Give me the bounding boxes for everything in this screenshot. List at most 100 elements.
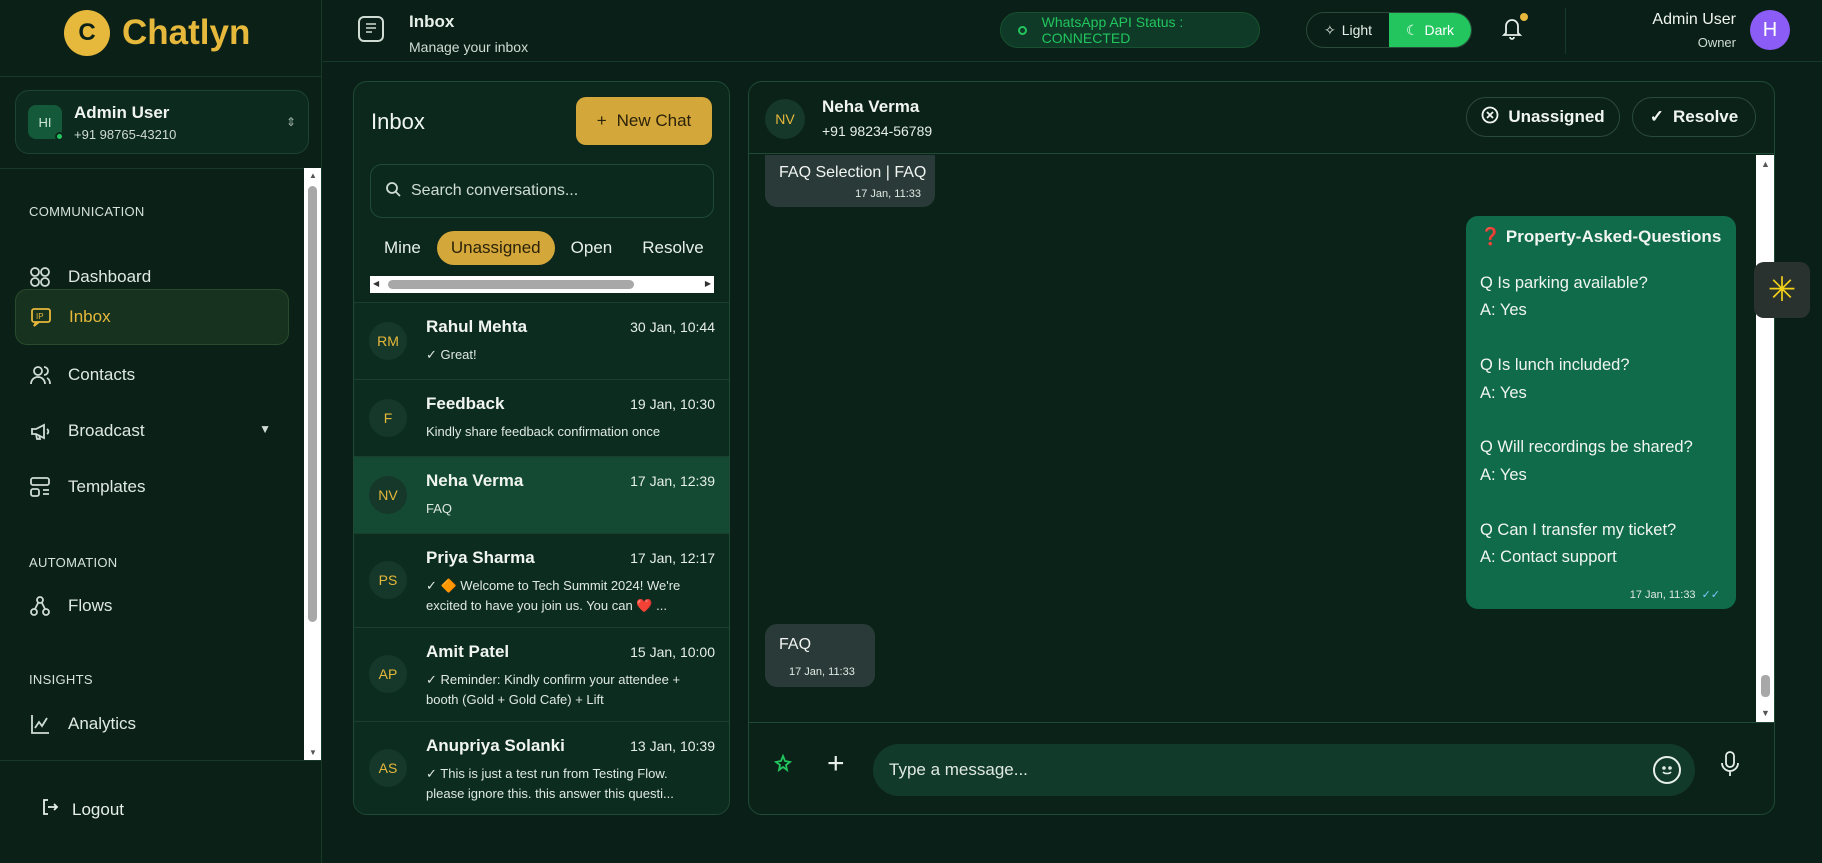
sidebar-item-label: Analytics xyxy=(68,714,137,733)
list-item[interactable]: RM Rahul Mehta 30 Jan, 10:44 ✓ Great! xyxy=(354,302,729,379)
inbox-title: Inbox xyxy=(371,109,425,134)
message-line xyxy=(1480,407,1693,434)
user-name: Admin User xyxy=(74,102,170,122)
microphone-icon[interactable] xyxy=(1719,750,1741,785)
sidebar-item-analytics[interactable]: Analytics xyxy=(15,697,289,751)
scrollbar-thumb[interactable] xyxy=(388,280,634,289)
message-input[interactable] xyxy=(889,760,1609,780)
logout-button[interactable]: Logout xyxy=(40,797,124,822)
message-line: A: Yes xyxy=(1480,465,1527,484)
tab-resolved[interactable]: Resolve xyxy=(628,231,714,265)
emoji-icon[interactable] xyxy=(1653,756,1681,784)
attach-plus-icon[interactable]: + xyxy=(827,747,845,781)
inbox-panel: Inbox + New Chat MineUnassignedOpenResol… xyxy=(353,81,730,815)
sidebar-item-templates[interactable]: Templates xyxy=(15,460,289,514)
new-chat-button[interactable]: + New Chat xyxy=(576,97,712,145)
scroll-up-icon[interactable]: ▲ xyxy=(1761,159,1770,169)
scroll-down-icon[interactable]: ▼ xyxy=(309,748,317,757)
sun-icon[interactable]: ✳ xyxy=(1754,262,1810,318)
workspace-user-switcher[interactable]: HI Admin User +91 98765-43210 ⇕ xyxy=(15,90,309,154)
sidebar-item-label: Dashboard xyxy=(68,267,152,286)
sidebar-item-inbox[interactable]: IP Inbox xyxy=(15,289,289,345)
scroll-up-icon[interactable]: ▲ xyxy=(309,171,317,180)
contact-name: Neha Verma xyxy=(426,471,524,490)
resolve-button[interactable]: ✓ Resolve xyxy=(1632,97,1756,137)
scrollbar-thumb[interactable] xyxy=(308,186,317,622)
tab-open[interactable]: Open xyxy=(557,231,627,265)
list-item[interactable]: PS Priya Sharma 17 Jan, 12:17 ✓ 🔶 Welcom… xyxy=(354,533,729,627)
search-box xyxy=(370,164,714,218)
scroll-right-icon[interactable]: ▶ xyxy=(705,279,711,288)
contacts-icon xyxy=(28,363,52,387)
contact-name: Feedback xyxy=(426,394,505,413)
contact-name: Priya Sharma xyxy=(426,548,535,567)
message-title: ❓ Property-Asked-Questions xyxy=(1480,227,1722,246)
online-status-icon xyxy=(55,132,64,141)
filter-scrollbar[interactable]: ◀ ▶ xyxy=(370,276,714,293)
expand-collapse-icon: ⇕ xyxy=(285,115,296,129)
contact-name: Amit Patel xyxy=(426,642,510,661)
sidebar-item-label: Inbox xyxy=(69,307,111,326)
logout-label: Logout xyxy=(72,799,124,819)
page-subtitle: Manage your inbox xyxy=(409,39,529,55)
read-receipt-icon: ✓✓ xyxy=(1701,589,1720,601)
account-menu[interactable]: Admin User Owner xyxy=(1652,11,1736,50)
sidebar-item-label: Flows xyxy=(68,596,113,615)
conversation-time: 17 Jan, 12:39 xyxy=(630,473,715,489)
list-item[interactable]: F Feedback 19 Jan, 10:30 Kindly share fe… xyxy=(354,379,729,456)
contact-name: Rahul Mehta xyxy=(426,317,528,336)
account-role: Owner xyxy=(1697,35,1736,50)
scroll-down-icon[interactable]: ▼ xyxy=(1761,708,1770,718)
page-title: Inbox xyxy=(409,12,455,31)
sidebar-item-label: Broadcast xyxy=(68,421,145,440)
brand-logo[interactable]: C Chatlyn xyxy=(64,10,250,56)
logo-mark-icon: C xyxy=(64,10,110,56)
tab-mine[interactable]: Mine xyxy=(370,231,435,265)
quick-reply-icon[interactable] xyxy=(771,753,795,783)
list-item[interactable]: AS Anupriya Solanki 13 Jan, 10:39 ✓ This… xyxy=(354,721,729,814)
light-theme-button[interactable]: ✧ Light xyxy=(1307,13,1389,47)
scrollbar-thumb[interactable] xyxy=(1761,675,1770,697)
templates-icon xyxy=(28,475,52,499)
avatar: NV xyxy=(369,476,407,514)
sidebar-item-broadcast[interactable]: Broadcast ▼ xyxy=(15,404,289,458)
svg-text:IP: IP xyxy=(36,312,44,321)
sidebar-item-flows[interactable]: Flows xyxy=(15,579,289,633)
avatar[interactable]: H xyxy=(1750,10,1790,50)
new-chat-label: New Chat xyxy=(616,111,692,130)
section-label-insights: INSIGHTS xyxy=(29,672,93,687)
conversation-time: 15 Jan, 10:00 xyxy=(630,644,715,660)
message-thread: FAQ Selection | FAQ 17 Jan, 11:33 ❓ Prop… xyxy=(749,155,1756,722)
divider xyxy=(0,760,322,761)
dark-theme-label: Dark xyxy=(1424,22,1455,38)
search-input[interactable] xyxy=(411,182,691,200)
megaphone-icon xyxy=(28,419,52,443)
avatar: AP xyxy=(369,655,407,693)
sidebar-scrollbar[interactable]: ▲ ▼ xyxy=(304,168,321,760)
logout-icon xyxy=(40,797,60,822)
contact-name: Neha Verma xyxy=(822,97,920,116)
message-preview: FAQ xyxy=(426,501,453,516)
scroll-left-icon[interactable]: ◀ xyxy=(373,279,379,288)
list-item[interactable]: AP Amit Patel 15 Jan, 10:00 ✓ Reminder: … xyxy=(354,627,729,721)
avatar: NV xyxy=(765,99,805,139)
conversation-time: 19 Jan, 10:30 xyxy=(630,396,715,412)
dark-theme-button[interactable]: ☾ Dark xyxy=(1389,13,1471,47)
message-line: A: Yes xyxy=(1480,301,1527,320)
assign-button[interactable]: Unassigned xyxy=(1466,97,1620,137)
top-bar: Inbox Manage your inbox WhatsApp API Sta… xyxy=(323,0,1822,62)
light-theme-label: Light xyxy=(1341,22,1373,38)
message-preview: ✓ Great! xyxy=(426,347,477,362)
tab-unassigned[interactable]: Unassigned xyxy=(436,231,555,265)
chat-scrollbar[interactable]: ▲ ▼ xyxy=(1756,155,1774,722)
message-time: 17 Jan, 11:33 xyxy=(1629,588,1696,601)
message-meta: 17 Jan, 11:33 ✓✓ xyxy=(1629,588,1720,602)
sidebar-nav: COMMUNICATION Dashboard IP Inbox Contact… xyxy=(0,170,304,760)
sidebar-item-contacts[interactable]: Contacts xyxy=(15,348,289,402)
theme-toggle: ✧ Light ☾ Dark xyxy=(1306,12,1472,48)
conversation-list: RM Rahul Mehta 30 Jan, 10:44 ✓ Great! F … xyxy=(354,302,729,814)
list-item-selected[interactable]: NV Neha Verma 17 Jan, 12:39 FAQ xyxy=(354,456,729,533)
avatar: RM xyxy=(369,322,407,360)
notifications-bell-icon[interactable] xyxy=(1501,16,1523,46)
incoming-message: FAQ Selection | FAQ 17 Jan, 11:33 xyxy=(765,155,935,207)
